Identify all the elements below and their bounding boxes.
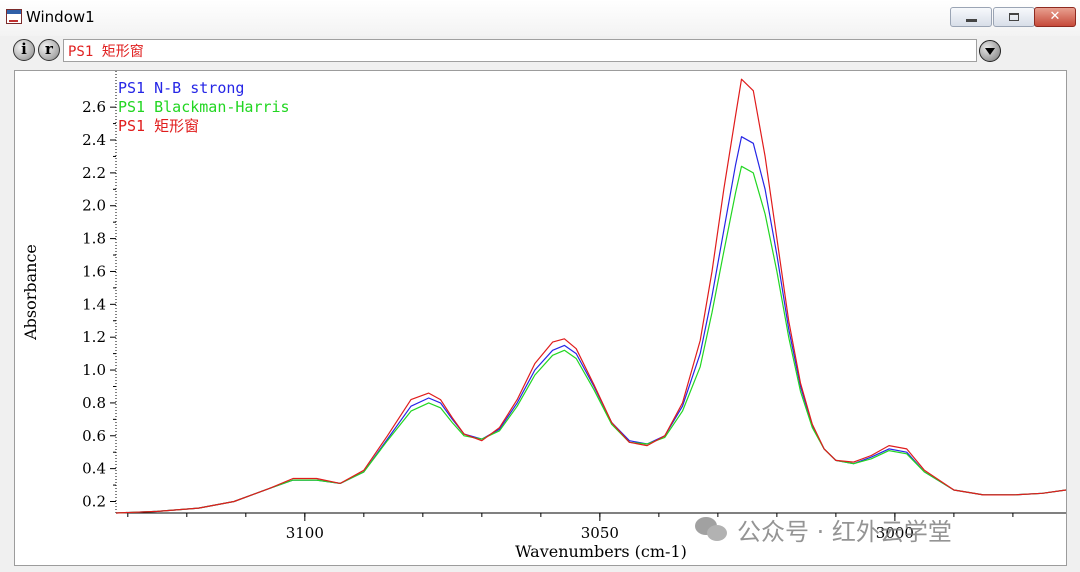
legend-entry-2: PS1 矩形窗 [118,117,199,135]
window-title: Window1 [26,8,95,26]
y-tick-label: 2.6 [82,98,106,116]
y-tick-label: 0.4 [82,460,106,478]
legend-entry-0: PS1 N-B strong [118,79,244,97]
reset-button[interactable]: r [38,39,60,61]
close-button[interactable]: ✕ [1034,7,1076,27]
minimize-icon [966,19,977,22]
series-line-2 [115,78,1066,514]
chevron-down-icon[interactable] [979,40,1001,62]
y-tick-label: 2.0 [82,197,106,215]
series-line-0 [115,136,1066,514]
y-tick-label: 1.6 [82,262,106,280]
spectrum-chart[interactable]: 3100 3050 30000.20.40.60.81.01.21.41.61.82… [15,71,1066,565]
chart-curves [115,78,1066,514]
y-tick-label: 2.4 [82,131,106,149]
series-line-1 [115,165,1066,514]
app-spectrum-icon [6,9,22,24]
chart-axes: 3100 3050 30000.20.40.60.81.01.21.41.61.82… [82,71,1066,542]
y-tick-label: 1.4 [82,295,106,313]
y-tick-label: 1.2 [82,328,106,346]
y-tick-label: 0.2 [82,492,106,510]
plot-area[interactable]: 3100 3050 3000 0.2 0.4 0.6 0.8 1.0 1.2 1.4 1.6 1.8 2… [14,70,1067,566]
minimize-button[interactable] [950,7,992,27]
title-bar: Window1 ✕ [0,0,1080,37]
y-tick-label: 0.6 [82,427,106,445]
y-tick-label: 1.8 [82,230,106,248]
wechat-icon [695,514,729,544]
window-edge [1068,70,1080,566]
legend-entry-1: PS1 Blackman-Harris [118,98,290,116]
y-tick-label: 0.8 [82,394,106,412]
spectrum-title-field[interactable] [63,39,977,62]
spectrum-toolbar: i r [0,36,1080,68]
maximize-icon [1009,13,1019,21]
y-tick-label: 2.2 [82,164,106,182]
x-tick-label: 3050 [581,524,619,542]
close-icon: ✕ [1049,9,1061,24]
info-button[interactable]: i [13,39,35,61]
x-axis-label: Wavenumbers (cm-1) [515,542,687,561]
y-tick-label: 1.0 [82,361,106,379]
maximize-button[interactable] [993,7,1035,27]
watermark: 公众号 · 红外云学堂 [695,512,952,546]
x-tick-label: 3100 [286,524,324,542]
watermark-text: 公众号 · 红外云学堂 [737,517,952,546]
y-axis-label: Absorbance [21,244,40,341]
chart-legend: PS1 N-B strongPS1 Blackman-HarrisPS1 矩形窗 [118,79,290,135]
